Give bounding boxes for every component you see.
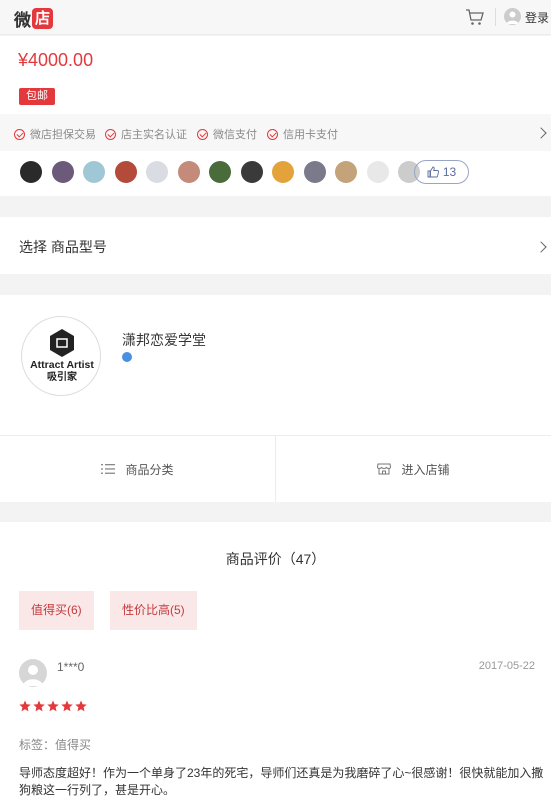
liked-user-avatar[interactable] <box>20 161 42 183</box>
logo-badge: 店 <box>32 8 53 29</box>
guarantee-label: 信用卡支付 <box>283 129 338 141</box>
guarantee-item: 店主实名认证 <box>105 126 187 142</box>
category-label: 商品分类 <box>125 462 174 477</box>
star-icon <box>33 700 45 712</box>
liked-user-avatar[interactable] <box>51 161 74 183</box>
shop-section: Attract Artist 吸引家 潇邦恋爱学堂 商品分类 进入店铺 <box>0 295 551 502</box>
liked-user-avatar[interactable] <box>114 161 137 183</box>
list-icon <box>101 464 116 474</box>
enter-shop-button[interactable]: 进入店铺 <box>276 436 551 502</box>
reviewer-name: 1***0 <box>57 660 85 674</box>
logo-text: 微 <box>14 11 31 30</box>
review-tag: 标签：值得买 <box>19 738 92 752</box>
login-link[interactable]: 登录 <box>525 9 549 26</box>
chevron-right-icon <box>535 241 547 253</box>
chevron-right-icon <box>535 127 547 139</box>
like-button[interactable]: 13 <box>414 160 469 184</box>
shop-logo-chinese: 吸引家 <box>47 370 78 383</box>
check-circle-icon <box>267 128 278 140</box>
star-icon <box>47 700 59 712</box>
reviews-title: 商品评价（47） <box>225 551 326 567</box>
review-date: 2017-05-22 <box>478 660 535 672</box>
liked-users-row: 13 <box>0 151 551 196</box>
liked-user-avatar[interactable] <box>335 161 357 183</box>
free-shipping-badge: 包邮 <box>19 88 55 105</box>
header-divider <box>495 8 496 26</box>
reviewer-avatar <box>19 659 47 687</box>
guarantee-item: 微店担保交易 <box>14 126 96 142</box>
check-circle-icon <box>14 128 25 140</box>
shop-logo-text: Attract Artist <box>30 359 94 371</box>
guarantee-label: 微店担保交易 <box>30 129 96 141</box>
guarantee-label: 店主实名认证 <box>121 129 187 141</box>
liked-user-avatar[interactable] <box>240 161 263 183</box>
weidian-logo[interactable]: 微 店 <box>14 6 53 31</box>
store-icon <box>377 463 392 475</box>
liked-user-avatar[interactable] <box>272 161 294 183</box>
select-model-label: 选择 商品型号 <box>19 239 107 255</box>
verified-icon <box>122 352 132 362</box>
star-icon <box>61 700 73 712</box>
user-avatar-icon[interactable] <box>504 8 521 25</box>
guarantee-bar[interactable]: 微店担保交易 店主实名认证 微信支付 信用卡支付 <box>0 114 551 151</box>
shop-name[interactable]: 潇邦恋爱学堂 <box>122 330 206 350</box>
check-circle-icon <box>197 128 208 140</box>
guarantee-item: 微信支付 <box>197 126 257 142</box>
enter-shop-label: 进入店铺 <box>401 462 450 477</box>
liked-user-avatar[interactable] <box>83 161 105 183</box>
check-circle-icon <box>105 128 116 140</box>
thumbs-up-icon <box>427 166 439 178</box>
shop-actions: 商品分类 进入店铺 <box>0 435 551 502</box>
liked-user-avatar[interactable] <box>146 161 168 183</box>
guarantee-item: 信用卡支付 <box>267 126 338 142</box>
review-tag-value[interactable]: 性价比高(5) <box>110 591 197 630</box>
select-model-row[interactable]: 选择 商品型号 <box>0 217 551 274</box>
review-tag-worth-buying[interactable]: 值得买(6) <box>19 591 94 630</box>
top-bar: 微 店 登录 <box>0 0 551 35</box>
like-count: 13 <box>442 165 457 179</box>
cart-icon[interactable] <box>465 7 485 27</box>
liked-user-avatar[interactable] <box>209 161 231 183</box>
star-icon <box>75 700 87 712</box>
review-text: 导师态度超好！作为一个单身了23年的死宅，导师们还真是为我磨碎了心~很感谢！很快… <box>19 766 544 797</box>
category-button[interactable]: 商品分类 <box>0 436 275 502</box>
guarantee-label: 微信支付 <box>213 129 257 141</box>
star-icon <box>19 700 31 712</box>
price-section: ¥4000.00 包邮 <box>0 36 551 114</box>
reviews-section: 商品评价（47） 值得买(6) 性价比高(5) 1***0 2017-05-22… <box>0 522 551 800</box>
shop-logo[interactable]: Attract Artist 吸引家 <box>21 316 101 396</box>
liked-user-avatar[interactable] <box>303 161 326 183</box>
rating-stars <box>19 700 89 712</box>
product-price: ¥4000.00 <box>18 50 94 70</box>
liked-user-avatar[interactable] <box>177 161 200 183</box>
liked-user-avatar[interactable] <box>366 161 389 183</box>
